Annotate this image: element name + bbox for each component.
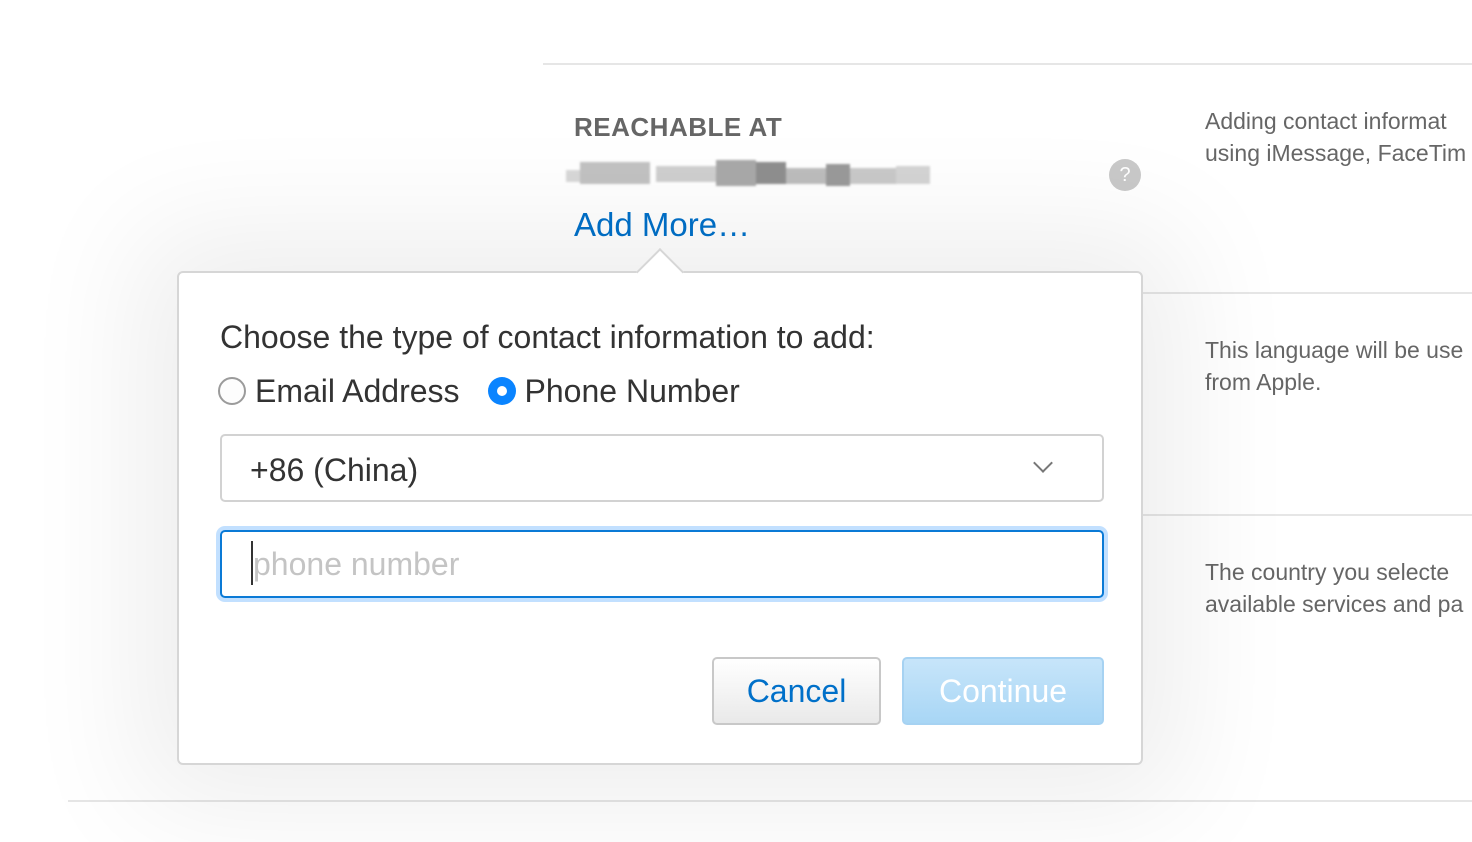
reachable-at-heading: REACHABLE AT	[574, 112, 783, 142]
chevron-down-icon	[1033, 453, 1053, 473]
email-address-option[interactable]: Email Address	[218, 373, 460, 410]
reachable-description-line-2: using iMessage, FaceTim	[1205, 140, 1467, 166]
section-divider-bottom	[68, 800, 1472, 802]
section-divider-top	[543, 63, 1472, 65]
country-description-line-2: available services and pa	[1205, 591, 1464, 617]
language-description: This language will be use from Apple.	[1205, 334, 1472, 398]
country-code-select[interactable]: +86 (China)	[220, 434, 1104, 502]
language-description-line-1: This language will be use	[1205, 337, 1464, 363]
continue-button[interactable]: Continue	[902, 657, 1104, 725]
reachable-description-line-1: Adding contact informat	[1205, 108, 1447, 134]
redacted-email	[566, 156, 930, 190]
reachable-description: Adding contact informat using iMessage, …	[1205, 105, 1472, 169]
account-settings-page: REACHABLE AT ? Add More… Adding contact …	[0, 0, 1472, 842]
language-description-line-2: from Apple.	[1205, 369, 1322, 395]
add-more-link[interactable]: Add More…	[574, 206, 750, 244]
section-divider-country	[1143, 514, 1472, 516]
country-code-value: +86 (China)	[250, 452, 419, 488]
help-icon[interactable]: ?	[1109, 159, 1141, 191]
cancel-button[interactable]: Cancel	[712, 657, 881, 725]
phone-radio-button[interactable]	[487, 377, 516, 405]
contact-type-options: Email Address Phone Number	[218, 371, 768, 411]
section-divider-language	[1143, 292, 1472, 294]
phone-number-input[interactable]	[220, 530, 1104, 598]
country-description-line-1: The country you selecte	[1205, 559, 1450, 585]
phone-number-option[interactable]: Phone Number	[487, 373, 740, 410]
contact-type-prompt: Choose the type of contact information t…	[220, 319, 875, 355]
text-caret	[251, 541, 253, 585]
email-address-label[interactable]: Email Address	[255, 373, 460, 410]
email-radio-button[interactable]	[218, 377, 246, 405]
popover-arrow	[635, 247, 685, 297]
phone-number-label[interactable]: Phone Number	[525, 373, 740, 410]
country-description: The country you selecte available servic…	[1205, 556, 1472, 620]
add-contact-popover: Choose the type of contact information t…	[177, 247, 1143, 765]
